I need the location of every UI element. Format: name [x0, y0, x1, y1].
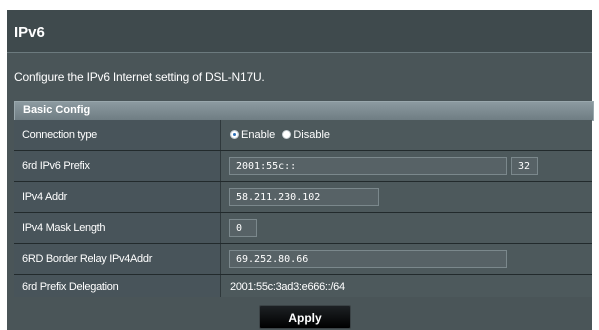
radio-disable[interactable] — [282, 130, 292, 139]
connection-type-radio-group: Enable Disable — [230, 129, 334, 141]
page-title: IPv6 — [14, 24, 45, 41]
row-prefix-delegation: 6rd Prefix Delegation 2001:55c:3ad3:e666… — [14, 275, 592, 299]
apply-button[interactable]: Apply — [259, 305, 351, 329]
title-bar: IPv6 — [7, 10, 592, 53]
row-connection-type: Connection type Enable Disable — [14, 120, 592, 151]
label-cell: IPv4 Addr — [14, 182, 221, 212]
ipv6-prefix-input[interactable]: 2001:55c:: — [229, 157, 507, 175]
radio-disable-label[interactable]: Disable — [293, 129, 330, 141]
radio-enable[interactable] — [230, 130, 239, 139]
ipv4-mask-length-input[interactable]: 0 — [229, 219, 257, 237]
apply-area: Apply — [7, 297, 592, 330]
connection-type-label: Connection type — [22, 129, 97, 141]
ipv6-prefix-label: 6rd IPv6 Prefix — [22, 160, 90, 172]
ipv6-panel: IPv6 Configure the IPv6 Internet setting… — [7, 10, 594, 330]
ipv4-addr-label: IPv4 Addr — [22, 191, 67, 203]
ipv4-addr-input[interactable]: 58.211.230.102 — [229, 188, 379, 206]
row-ipv4-mask-length: IPv4 Mask Length 0 — [14, 213, 592, 244]
prefix-delegation-label: 6rd Prefix Delegation — [22, 281, 119, 293]
prefix-delegation-value: 2001:55c:3ad3:e666::/64 — [230, 281, 345, 293]
section-title: Basic Config — [23, 104, 91, 116]
section-header: Basic Config — [14, 101, 594, 121]
border-relay-input[interactable]: 69.252.80.66 — [229, 250, 507, 268]
label-cell: 6rd IPv6 Prefix — [14, 151, 221, 181]
label-cell: IPv4 Mask Length — [14, 213, 221, 243]
row-border-relay: 6RD Border Relay IPv4Addr 69.252.80.66 — [14, 244, 592, 275]
label-cell: Connection type — [14, 120, 221, 150]
ipv6-prefix-length-input[interactable]: 32 — [511, 157, 538, 175]
label-cell: 6RD Border Relay IPv4Addr — [14, 244, 221, 274]
label-cell: 6rd Prefix Delegation — [14, 275, 221, 299]
row-ipv6-prefix: 6rd IPv6 Prefix 2001:55c:: 32 — [14, 151, 592, 182]
ipv4-mask-length-label: IPv4 Mask Length — [22, 222, 106, 234]
row-ipv4-addr: IPv4 Addr 58.211.230.102 — [14, 182, 592, 213]
border-relay-label: 6RD Border Relay IPv4Addr — [22, 253, 153, 265]
page-description: Configure the IPv6 Internet setting of D… — [14, 70, 265, 84]
radio-enable-label[interactable]: Enable — [241, 129, 275, 141]
